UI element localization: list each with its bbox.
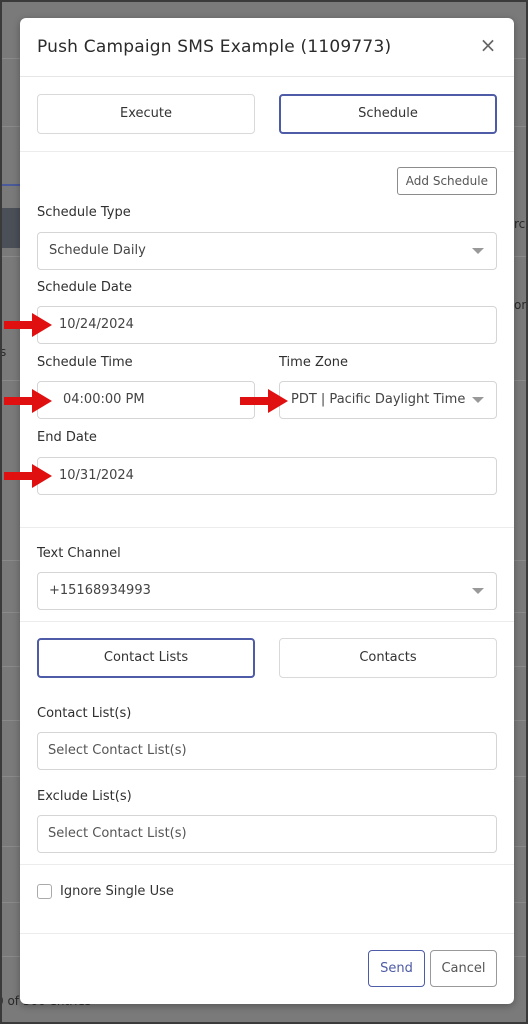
schedule-date-label: Schedule Date	[37, 280, 132, 295]
schedule-type-label: Schedule Type	[37, 205, 131, 220]
end-date-value: 10/31/2024	[59, 468, 134, 483]
end-date-label: End Date	[37, 430, 97, 445]
exclude-lists-label: Exclude List(s)	[37, 789, 132, 804]
time-zone-label: Time Zone	[279, 355, 349, 370]
campaign-modal: Push Campaign SMS Example (1109773) × Ex…	[20, 18, 514, 1004]
background-text: on	[514, 298, 528, 312]
section-divider	[20, 864, 514, 865]
section-divider	[20, 527, 514, 528]
send-button[interactable]: Send	[368, 950, 425, 987]
ignore-single-use-checkbox[interactable]	[37, 884, 52, 899]
time-zone-value: PDT | Pacific Daylight Time	[291, 392, 466, 407]
cancel-button[interactable]: Cancel	[430, 950, 497, 987]
exclude-lists-input[interactable]: Select Contact List(s)	[37, 815, 497, 853]
contact-lists-placeholder: Select Contact List(s)	[48, 743, 187, 758]
text-channel-label: Text Channel	[37, 546, 121, 561]
schedule-time-input[interactable]: 04:00:00 PM	[37, 381, 255, 419]
schedule-time-value: 04:00:00 PM	[63, 392, 145, 407]
text-channel-value: +15168934993	[49, 583, 151, 598]
annotation-arrow-icon	[240, 389, 288, 413]
contact-lists-input[interactable]: Select Contact List(s)	[37, 732, 497, 770]
footer-divider	[20, 933, 514, 934]
background-text: s	[0, 345, 7, 359]
annotation-arrow-icon	[4, 313, 52, 337]
add-schedule-button[interactable]: Add Schedule	[396, 167, 497, 195]
schedule-date-value: 10/24/2024	[59, 317, 134, 332]
background-text: rch	[514, 217, 528, 231]
schedule-time-label: Schedule Time	[37, 355, 133, 370]
modal-header: Push Campaign SMS Example (1109773) ×	[20, 18, 514, 77]
chevron-down-icon	[472, 397, 484, 403]
annotation-arrow-icon	[4, 389, 52, 413]
end-date-input[interactable]: 10/31/2024	[37, 457, 497, 495]
section-divider	[20, 151, 514, 152]
section-divider	[20, 621, 514, 622]
background-header-cell	[0, 208, 22, 248]
exclude-lists-placeholder: Select Contact List(s)	[48, 826, 187, 841]
text-channel-select[interactable]: +15168934993	[37, 572, 497, 610]
ignore-single-use-label: Ignore Single Use	[60, 884, 174, 899]
schedule-tab[interactable]: Schedule	[279, 94, 497, 134]
contact-lists-tab[interactable]: Contact Lists	[37, 638, 255, 678]
schedule-type-select[interactable]: Schedule Daily	[37, 232, 497, 270]
close-icon[interactable]: ×	[478, 35, 498, 55]
chevron-down-icon	[472, 248, 484, 254]
chevron-down-icon	[472, 588, 484, 594]
execute-tab[interactable]: Execute	[37, 94, 255, 134]
contact-lists-label: Contact List(s)	[37, 706, 132, 721]
background-tab-indicator	[0, 184, 22, 186]
annotation-arrow-icon	[4, 464, 52, 488]
time-zone-select[interactable]: PDT | Pacific Daylight Time	[279, 381, 497, 419]
schedule-type-value: Schedule Daily	[49, 243, 146, 258]
contacts-tab[interactable]: Contacts	[279, 638, 497, 678]
modal-title: Push Campaign SMS Example (1109773)	[37, 37, 392, 57]
schedule-date-input[interactable]: 10/24/2024	[37, 306, 497, 344]
